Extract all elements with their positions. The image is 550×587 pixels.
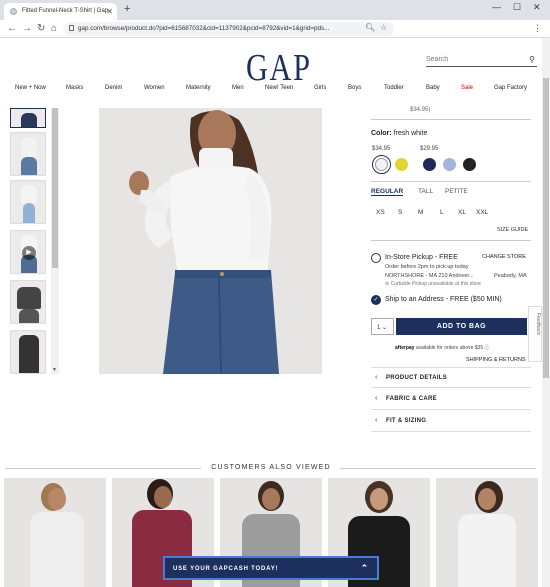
curbside-note: ⊘ Curbside Pickup unavailable at this st… — [385, 281, 481, 287]
nav-item-masks[interactable]: Masks — [66, 85, 83, 91]
size-l[interactable]: L — [440, 209, 444, 216]
shipping-returns-link[interactable]: SHIPPING & RETURNS — [466, 357, 526, 363]
add-to-bag-button[interactable]: ADD TO BAG — [396, 318, 527, 335]
thumbnail[interactable] — [10, 280, 46, 324]
pickup-cutoff: Order before 2pm to pick up today — [385, 264, 469, 270]
nav-item-new-now[interactable]: New + Now — [15, 85, 46, 91]
thumbnail[interactable] — [10, 108, 46, 128]
pickup-city: Peabody, MA — [494, 273, 527, 279]
scroll-down-icon[interactable]: ▼ — [52, 367, 57, 373]
size-xs[interactable]: XS — [376, 209, 385, 216]
thumbnail[interactable] — [10, 132, 46, 176]
search-placeholder: Search — [426, 56, 449, 63]
menu-kebab-icon[interactable]: ⋮ — [533, 23, 542, 34]
swatch-price-group-2: $29.95 — [420, 146, 439, 152]
divider — [371, 119, 531, 120]
nav-item-women[interactable]: Women — [144, 85, 165, 91]
browser-tab[interactable]: Fitted Funnel-Neck T-Shirt | Gap ✕ — [4, 3, 117, 20]
bookmark-star-icon[interactable]: ☆ — [380, 23, 387, 32]
recommended-product[interactable] — [4, 478, 106, 587]
quantity-select[interactable]: 1 ⌄ — [371, 318, 394, 335]
model-illustration — [99, 108, 322, 374]
nav-item-girls[interactable]: Girls — [314, 85, 326, 91]
thumbnail-video[interactable]: ▶ — [10, 230, 46, 274]
url-input[interactable]: gap.com/browse/product.do?pid=615687032&… — [64, 22, 394, 36]
search-icon[interactable]: ⚲ — [529, 55, 535, 64]
size-xl[interactable]: XL — [458, 209, 466, 216]
pickup-title: In-Store Pickup - FREE — [385, 254, 458, 261]
swatch-light-blue[interactable] — [443, 158, 456, 171]
search-input[interactable]: Search ⚲ — [426, 55, 537, 67]
zoom-search-icon[interactable]: 🔍︎ — [365, 23, 375, 32]
reload-icon[interactable]: ↻ — [37, 23, 45, 34]
fit-tab-regular[interactable]: REGULAR — [371, 188, 404, 196]
ship-radio-checked[interactable]: ✓ — [371, 295, 381, 305]
nav-item-gap-factory[interactable]: Gap Factory — [494, 85, 527, 91]
thumbnail[interactable] — [10, 180, 46, 224]
nav-item-sale[interactable]: Sale — [461, 85, 473, 91]
chevron-left-icon: ‹ — [375, 374, 378, 381]
thumbnail[interactable] — [10, 330, 46, 374]
chevron-up-icon[interactable]: ⌃ — [361, 563, 369, 574]
price-partial: $34.95) — [410, 107, 431, 113]
color-label: Color: fresh white — [371, 130, 428, 137]
size-guide-link[interactable]: SIZE GUIDE — [497, 227, 528, 233]
gap-logo[interactable]: GAP — [246, 46, 312, 90]
divider — [371, 181, 531, 182]
forward-icon[interactable]: → — [22, 23, 32, 34]
minimize-icon[interactable]: — — [492, 2, 501, 12]
color-value: fresh white — [393, 130, 428, 137]
afterpay-note: afterpay available for orders above $35 … — [395, 345, 490, 351]
maximize-icon[interactable]: ☐ — [513, 2, 521, 13]
main-nav: New + Now Masks Denim Women Maternity Me… — [0, 85, 550, 97]
nav-item-boys[interactable]: Boys — [348, 85, 361, 91]
home-icon[interactable]: ⌂ — [51, 23, 57, 34]
size-s[interactable]: S — [398, 209, 402, 216]
accordion-fit-sizing[interactable]: ‹ FIT & SIZING — [371, 411, 531, 432]
recommended-product[interactable] — [436, 478, 538, 587]
gap-favicon-icon — [10, 8, 17, 15]
fit-tab-tall[interactable]: TALL — [418, 188, 433, 195]
thumbnail-scrollbar[interactable]: ▼ — [51, 108, 59, 374]
nav-item-toddler[interactable]: Toddler — [384, 85, 404, 91]
play-icon[interactable]: ▶ — [22, 246, 36, 260]
chevron-left-icon: ‹ — [375, 417, 378, 424]
close-tab-icon[interactable]: ✕ — [106, 7, 113, 16]
gapcash-text: USE YOUR GAPCASH TODAY! — [173, 566, 279, 572]
tab-title: Fitted Funnel-Neck T-Shirt | Gap — [22, 8, 109, 14]
nav-item-men[interactable]: Men — [232, 85, 244, 91]
back-icon[interactable]: ← — [7, 23, 17, 34]
pickup-store: NORTHSHORE - MA 210 Andover... — [385, 273, 474, 279]
gapcash-banner[interactable]: USE YOUR GAPCASH TODAY! ⌃ — [163, 556, 379, 580]
swatch-black[interactable] — [463, 158, 476, 171]
new-tab-icon[interactable]: + — [124, 3, 130, 15]
change-store-link[interactable]: CHANGE STORE — [482, 254, 526, 260]
size-m[interactable]: M — [418, 209, 423, 216]
size-xxl[interactable]: XXL — [476, 209, 488, 216]
address-bar: ← → ↻ ⌂ gap.com/browse/product.do?pid=61… — [0, 20, 550, 38]
close-window-icon[interactable]: ✕ — [533, 2, 541, 13]
accordion-product-details[interactable]: ‹ PRODUCT DETAILS — [371, 367, 531, 388]
swatch-navy[interactable] — [423, 158, 436, 171]
nav-item-denim[interactable]: Denim — [105, 85, 122, 91]
chevron-left-icon: ‹ — [375, 395, 378, 402]
swatch-fresh-white[interactable] — [372, 155, 391, 174]
lock-icon — [69, 25, 74, 31]
browser-tab-bar: Fitted Funnel-Neck T-Shirt | Gap ✕ + — ☐… — [0, 0, 550, 20]
feedback-tab[interactable]: Feedback — [528, 306, 542, 362]
swatch-yellow[interactable] — [395, 158, 408, 171]
nav-item-maternity[interactable]: Maternity — [186, 85, 211, 91]
nav-item-baby[interactable]: Baby — [426, 85, 440, 91]
url-text: gap.com/browse/product.do?pid=615687032&… — [78, 25, 330, 32]
fit-tab-petite[interactable]: PETITE — [445, 188, 468, 195]
customers-also-viewed-title: CUSTOMERS ALSO VIEWED — [211, 464, 331, 471]
pickup-radio[interactable] — [371, 253, 381, 263]
ship-title: Ship to an Address - FREE ($50 MIN) — [385, 296, 502, 303]
nav-item-teen[interactable]: New! Teen — [265, 85, 293, 91]
accordion-fabric-care[interactable]: ‹ FABRIC & CARE — [371, 389, 531, 410]
main-product-image[interactable] — [99, 108, 322, 374]
page-scrollbar[interactable] — [542, 38, 550, 587]
swatch-price-group-1: $34.95 — [372, 146, 391, 152]
divider — [371, 240, 531, 241]
